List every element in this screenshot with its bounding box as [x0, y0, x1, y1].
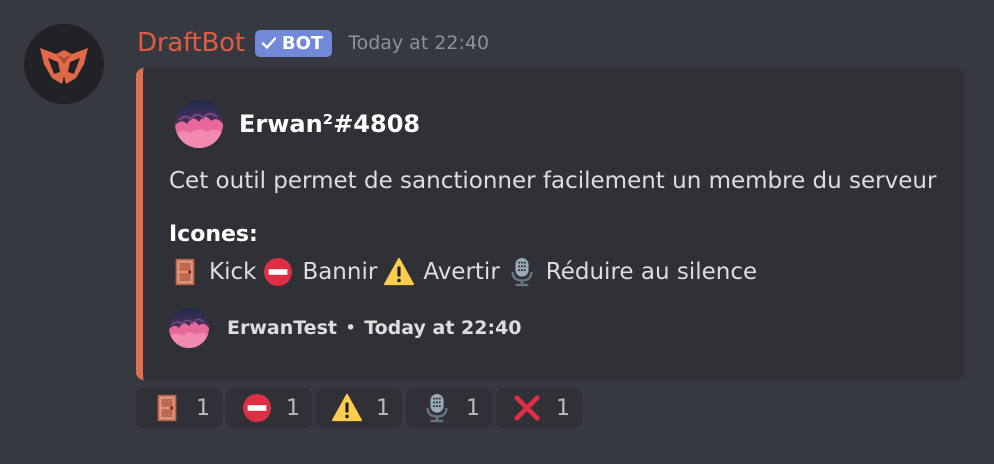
no-entry-icon — [240, 391, 274, 425]
embed-author: Erwan²#4808 — [175, 100, 420, 148]
reaction-door[interactable]: 1 — [136, 388, 222, 428]
reaction-warning[interactable]: 1 — [316, 388, 402, 428]
bot-tag: BOT — [254, 29, 333, 57]
door-icon — [169, 256, 201, 288]
message-header: DraftBot BOT Today at 22:40 — [137, 25, 489, 61]
cross-mark-icon — [510, 391, 544, 425]
embed-footer: ErwanTest • Today at 22:40 — [169, 308, 522, 348]
draftbot-logo-icon — [40, 48, 88, 84]
reaction-cross-mark[interactable]: 1 — [496, 388, 582, 428]
embed-footer-timestamp: Today at 22:40 — [364, 317, 522, 339]
bot-avatar[interactable] — [24, 24, 104, 104]
field-item-label: Bannir — [302, 259, 378, 285]
reactions-bar: 1 1 1 1 1 — [136, 388, 586, 428]
reaction-count: 1 — [376, 395, 390, 421]
message-timestamp[interactable]: Today at 22:40 — [348, 32, 489, 54]
field-item-label: Avertir — [423, 259, 500, 285]
embed-description: Cet outil permet de sanctionner facileme… — [169, 168, 937, 194]
warning-icon — [383, 256, 415, 288]
reaction-no-entry[interactable]: 1 — [226, 388, 312, 428]
embed-field-name: Icones: — [169, 222, 258, 247]
embed-author-avatar — [175, 100, 223, 148]
field-item-label: Kick — [209, 259, 257, 285]
footer-separator: • — [344, 317, 357, 339]
chat-message: DraftBot BOT Today at 22:40 Erwan²#4808 … — [0, 0, 994, 464]
field-item-label: Réduire au silence — [545, 259, 758, 285]
warning-icon — [330, 391, 364, 425]
embed: Erwan²#4808 Cet outil permet de sanction… — [136, 68, 964, 380]
reaction-count: 1 — [286, 395, 300, 421]
embed-footer-avatar — [169, 308, 209, 348]
embed-field-value: Kick Bannir Avertir Réduire au silence — [169, 256, 763, 288]
reaction-count: 1 — [196, 395, 210, 421]
embed-author-name: Erwan²#4808 — [239, 110, 421, 138]
embed-footer-name: ErwanTest — [227, 317, 337, 339]
verified-check-icon — [261, 35, 277, 51]
door-icon — [150, 391, 184, 425]
author-username[interactable]: DraftBot — [137, 28, 245, 58]
reaction-count: 1 — [556, 395, 570, 421]
microphone-icon — [506, 256, 538, 288]
no-entry-icon — [262, 256, 294, 288]
reaction-microphone[interactable]: 1 — [406, 388, 492, 428]
bot-tag-label: BOT — [281, 32, 324, 54]
reaction-count: 1 — [466, 395, 480, 421]
microphone-icon — [420, 391, 454, 425]
